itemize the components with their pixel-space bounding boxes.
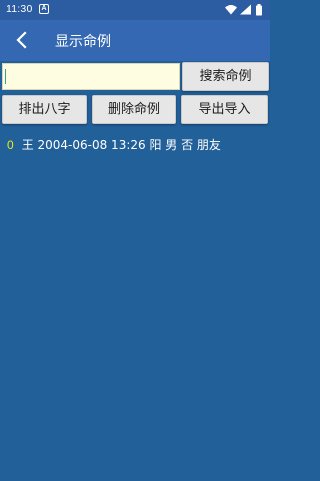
app-bar: 显示命例 xyxy=(0,20,270,61)
search-input[interactable] xyxy=(2,63,180,90)
text-caret xyxy=(5,69,6,84)
bazi-button[interactable]: 排出八字 xyxy=(2,95,87,124)
status-icons xyxy=(224,3,264,17)
notification-icon: A xyxy=(39,4,49,14)
delete-button[interactable]: 删除命例 xyxy=(92,95,176,124)
battery-icon xyxy=(256,4,262,16)
page-title: 显示命例 xyxy=(55,34,111,50)
status-icons-svg xyxy=(225,4,262,16)
back-button[interactable] xyxy=(8,26,36,54)
status-time: 11:30 xyxy=(6,3,33,15)
search-button[interactable]: 搜索命例 xyxy=(182,62,269,91)
wifi-icon xyxy=(225,5,237,15)
record-index: 0 xyxy=(7,138,14,152)
signal-icon xyxy=(240,4,251,15)
list-item[interactable]: 0 王 2004-06-08 13:26 阳 男 否 朋友 xyxy=(7,136,221,153)
export-import-button[interactable]: 导出导入 xyxy=(181,95,268,124)
back-arrow-icon xyxy=(16,31,27,49)
status-bar: 11:30 A xyxy=(0,0,270,20)
record-text: 王 2004-06-08 13:26 阳 男 否 朋友 xyxy=(21,138,221,152)
